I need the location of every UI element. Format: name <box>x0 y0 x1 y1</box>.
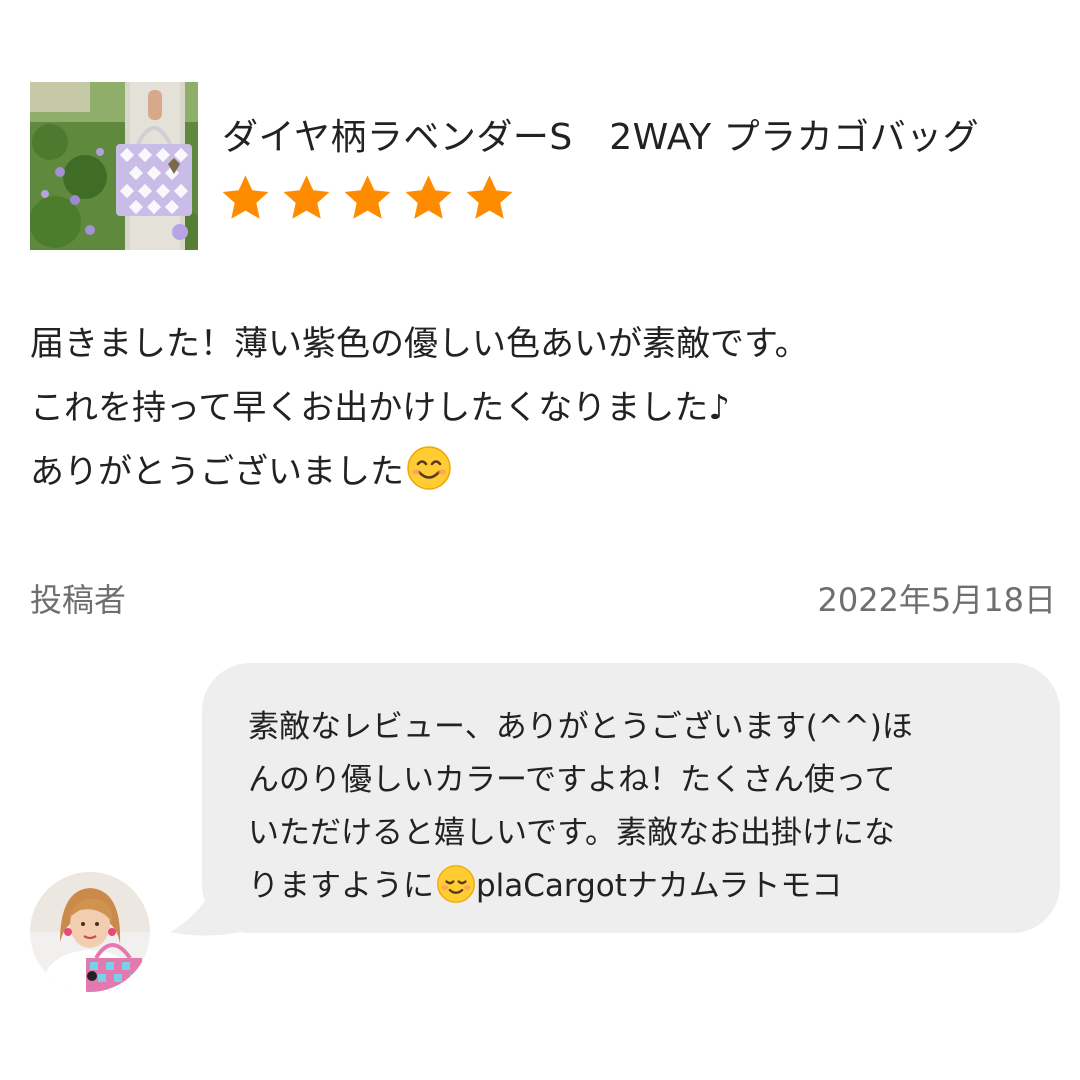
shop-avatar[interactable] <box>30 872 150 992</box>
review-meta: 投稿者 2022年5月18日 <box>30 576 1056 620</box>
review-card: ダイヤ柄ラベンダーS 2WAY プラカゴバッグ 届きました！薄い紫色の優しい色あ… <box>0 0 1080 1080</box>
star-rating <box>220 172 515 223</box>
reply-line: りますように plaCargotナカムラトモコ <box>248 860 1028 913</box>
star-filled-icon <box>283 175 330 219</box>
reply-line-text: りますように <box>248 868 434 904</box>
review-text: 届きました！薄い紫色の優しい色あいが素敵です。 これを持って早くお出かけしたくな… <box>30 312 1050 504</box>
star-filled-icon <box>466 175 513 219</box>
product-photo-icon <box>30 82 198 250</box>
reply-line: んのり優しいカラーですよね！たくさん使って <box>248 762 896 798</box>
product-title[interactable]: ダイヤ柄ラベンダーS 2WAY プラカゴバッグ <box>222 108 979 160</box>
star-filled-icon <box>222 175 269 219</box>
shop-reply-text: 素敵なレビュー、ありがとうございます(^^)ほ んのり優しいカラーですよね！たく… <box>248 701 1028 913</box>
poster-label: 投稿者 <box>30 581 127 619</box>
review-line: ありがとうございました <box>30 440 1050 504</box>
star-filled-icon <box>344 175 391 219</box>
reply-signature: plaCargotナカムラトモコ <box>476 868 843 904</box>
product-thumbnail[interactable] <box>30 82 198 250</box>
shop-staff-avatar-icon <box>30 872 150 992</box>
review-line: これを持って早くお出かけしたくなりました♪ <box>30 388 730 428</box>
review-line-text: ありがとうございました <box>30 452 404 492</box>
reply-line: いただけると嬉しいです。素敵なお出掛けにな <box>248 815 895 851</box>
review-line: 届きました！薄い紫色の優しい色あいが素敵です。 <box>30 324 809 364</box>
reply-line: 素敵なレビュー、ありがとうございます(^^)ほ <box>248 709 913 745</box>
star-filled-icon <box>405 175 452 219</box>
smiling-face-emoji-icon <box>407 446 451 490</box>
review-date: 2022年5月18日 <box>817 581 1056 619</box>
relieved-smile-emoji-icon <box>437 865 475 903</box>
